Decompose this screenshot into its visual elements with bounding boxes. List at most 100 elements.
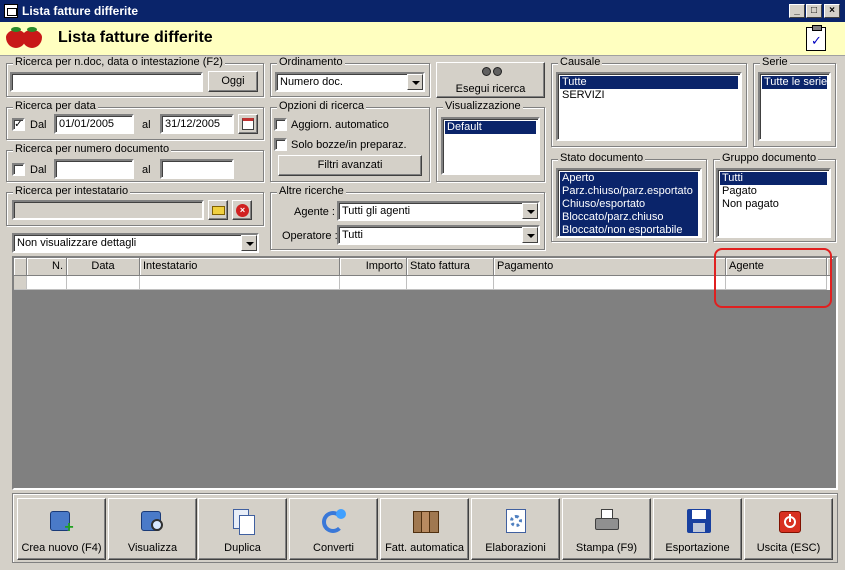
view-document-icon: [139, 507, 167, 535]
number-from-checkbox[interactable]: [12, 163, 25, 176]
table-cell[interactable]: [27, 276, 67, 290]
number-from-input[interactable]: [54, 159, 134, 179]
binoculars-icon: [482, 67, 504, 77]
today-button[interactable]: Oggi: [208, 71, 258, 92]
group-legend: Opzioni di ricerca: [277, 100, 366, 112]
agent-select[interactable]: Tutti gli agenti: [337, 201, 540, 221]
row-indicator: [14, 276, 27, 290]
calendar-icon[interactable]: [238, 114, 258, 134]
date-to-input[interactable]: 31/12/2005: [160, 114, 234, 134]
group-legend: Ordinamento: [277, 56, 345, 68]
bottom-toolbar: + Crea nuovo (F4) Visualizza Duplica Con…: [12, 493, 838, 563]
agent-select-value: Tutti gli agenti: [342, 205, 411, 217]
auto-update-checkbox[interactable]: [274, 118, 287, 131]
list-item[interactable]: Bloccato/parz.chiuso: [560, 211, 698, 224]
list-item[interactable]: Bloccato/non esportabile: [560, 224, 698, 236]
folder-icon[interactable]: [208, 200, 228, 220]
list-item[interactable]: Parz.chiuso/parz.esportato: [560, 185, 698, 198]
group-legend: Serie: [760, 56, 790, 68]
number-from-label: Dal: [30, 164, 47, 176]
holder-input[interactable]: [12, 200, 204, 220]
convert-icon: [320, 507, 348, 535]
new-button-label: Crea nuovo (F4): [21, 542, 102, 554]
title-bar: Lista fatture differite _ □ ×: [0, 0, 845, 22]
clipboard-check-icon[interactable]: [806, 25, 826, 51]
printer-icon: [593, 507, 621, 535]
clear-icon[interactable]: ×: [232, 200, 252, 220]
close-button[interactable]: ×: [824, 4, 840, 18]
table-cell[interactable]: [67, 276, 140, 290]
operator-select-value: Tutti: [342, 229, 363, 241]
grid-col-holder[interactable]: Intestatario: [140, 258, 340, 276]
maximize-button[interactable]: □: [806, 4, 822, 18]
grid-col-invoice-status[interactable]: Stato fattura: [407, 258, 494, 276]
new-document-icon: +: [48, 507, 76, 536]
list-item[interactable]: Tutte: [560, 76, 738, 89]
table-row[interactable]: [14, 276, 830, 290]
details-select[interactable]: Non visualizzare dettagli: [12, 233, 259, 253]
new-button[interactable]: + Crea nuovo (F4): [17, 498, 106, 560]
chevron-down-icon[interactable]: [241, 235, 257, 251]
highlight-box: [714, 248, 832, 308]
group-legend: Visualizzazione: [443, 100, 523, 112]
auto-invoice-button[interactable]: Fatt. automatica: [380, 498, 469, 560]
grid-col-date[interactable]: Data: [67, 258, 140, 276]
group-legend: Gruppo documento: [720, 152, 819, 164]
convert-button[interactable]: Converti: [289, 498, 378, 560]
advanced-filters-button[interactable]: Filtri avanzati: [278, 155, 422, 176]
group-legend: Altre ricerche: [277, 185, 346, 197]
list-item[interactable]: Non pagato: [720, 198, 827, 211]
operator-select[interactable]: Tutti: [337, 225, 540, 245]
serie-list[interactable]: Tutte le serie: [758, 72, 831, 141]
chevron-down-icon[interactable]: [522, 227, 538, 243]
grid-col-amount[interactable]: Importo: [340, 258, 407, 276]
date-from-label: Dal: [30, 119, 47, 131]
minimize-button[interactable]: _: [789, 4, 805, 18]
group-legend: Ricerca per data: [13, 100, 98, 112]
drafts-only-checkbox[interactable]: [274, 138, 287, 151]
execute-search-button[interactable]: Esegui ricerca: [436, 62, 545, 98]
table-cell[interactable]: [340, 276, 407, 290]
view-list[interactable]: Default: [441, 117, 540, 175]
list-item[interactable]: Chiuso/esportato: [560, 198, 698, 211]
grid-col-number[interactable]: N.: [27, 258, 67, 276]
processing-button[interactable]: Elaborazioni: [471, 498, 560, 560]
group-legend: Ricerca per numero documento: [13, 143, 172, 155]
header-band: Lista fatture differite: [0, 22, 845, 56]
list-item[interactable]: Pagato: [720, 185, 827, 198]
table-cell[interactable]: [140, 276, 340, 290]
auto-update-label: Aggiorn. automatico: [291, 119, 389, 131]
exit-button[interactable]: Uscita (ESC): [744, 498, 833, 560]
ordering-select[interactable]: Numero doc.: [275, 72, 425, 92]
date-from-checkbox[interactable]: ✓: [12, 118, 25, 131]
export-button-label: Esportazione: [665, 542, 730, 554]
grid-col-payment[interactable]: Pagamento: [494, 258, 726, 276]
power-icon: [775, 507, 803, 535]
chevron-down-icon[interactable]: [407, 74, 423, 90]
view-button[interactable]: Visualizza: [108, 498, 197, 560]
print-button[interactable]: Stampa (F9): [562, 498, 651, 560]
gear-document-icon: [502, 507, 530, 535]
doc-group-list[interactable]: Tutti Pagato Non pagato: [716, 168, 831, 238]
strawberry-icon: [22, 27, 42, 48]
table-cell[interactable]: [407, 276, 494, 290]
app-icon[interactable]: [4, 4, 18, 18]
folders-icon: [411, 507, 439, 535]
list-item[interactable]: Default: [445, 121, 536, 134]
chevron-down-icon[interactable]: [522, 203, 538, 219]
date-from-input[interactable]: 01/01/2005: [54, 114, 134, 134]
number-to-input[interactable]: [160, 159, 234, 179]
group-legend: Causale: [558, 56, 603, 68]
list-item[interactable]: SERVIZI: [560, 89, 738, 102]
causale-list[interactable]: Tutte SERVIZI: [556, 72, 742, 141]
list-item[interactable]: Aperto: [560, 172, 698, 185]
search-text-input[interactable]: [10, 72, 203, 92]
export-button[interactable]: Esportazione: [653, 498, 742, 560]
table-cell[interactable]: [494, 276, 726, 290]
list-item[interactable]: Tutte le serie: [762, 76, 827, 89]
doc-state-list[interactable]: Aperto Parz.chiuso/parz.esportato Chiuso…: [556, 168, 702, 238]
list-item[interactable]: Tutti: [720, 172, 827, 185]
duplicate-button-label: Duplica: [224, 542, 261, 554]
processing-button-label: Elaborazioni: [485, 542, 546, 554]
duplicate-button[interactable]: Duplica: [198, 498, 287, 560]
